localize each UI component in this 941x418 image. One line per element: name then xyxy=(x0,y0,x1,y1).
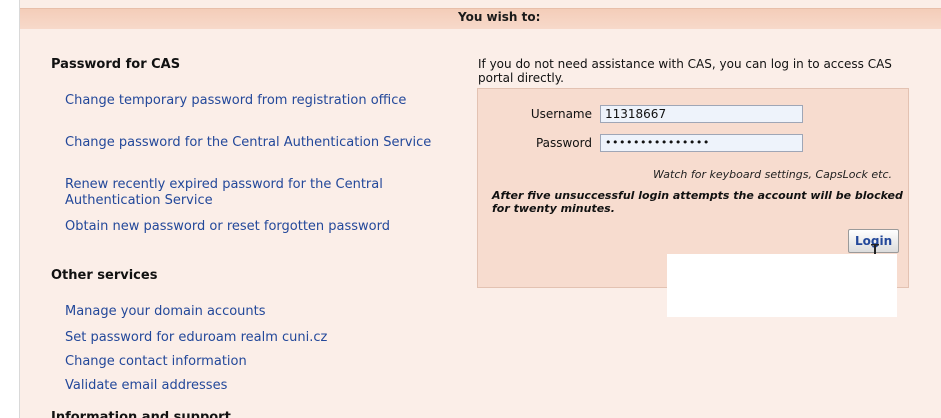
link-renew-expired-password[interactable]: Renew recently expired password for the … xyxy=(65,177,435,209)
info-support-heading: Information and support xyxy=(51,410,231,418)
password-label: Password xyxy=(535,136,592,150)
main-content: You wish to: Password for CAS Change tem… xyxy=(20,0,941,418)
lockout-warning: After five unsuccessful login attempts t… xyxy=(492,189,903,215)
link-manage-domain-accounts[interactable]: Manage your domain accounts xyxy=(65,304,435,320)
username-input[interactable] xyxy=(600,105,803,123)
link-change-cas-password[interactable]: Change password for the Central Authenti… xyxy=(65,135,435,151)
password-section-heading: Password for CAS xyxy=(51,57,181,72)
page-title: You wish to: xyxy=(458,10,541,24)
blank-overlay xyxy=(667,254,897,317)
password-input[interactable]: ••••••••••••••• xyxy=(600,134,803,152)
other-services-heading: Other services xyxy=(51,268,158,283)
link-eduroam-password[interactable]: Set password for eduroam realm cuni.cz xyxy=(65,330,435,346)
username-label: Username xyxy=(530,107,592,121)
login-intro-text: If you do not need assistance with CAS, … xyxy=(478,57,892,85)
keyboard-hint: Watch for keyboard settings, CapsLock et… xyxy=(653,168,892,181)
page: You wish to: Password for CAS Change tem… xyxy=(0,0,941,418)
link-validate-email[interactable]: Validate email addresses xyxy=(65,378,435,394)
link-change-contact-info[interactable]: Change contact information xyxy=(65,354,435,370)
link-reset-forgotten-password[interactable]: Obtain new password or reset forgotten p… xyxy=(65,219,435,235)
link-change-temporary-password[interactable]: Change temporary password from registrat… xyxy=(65,93,435,109)
